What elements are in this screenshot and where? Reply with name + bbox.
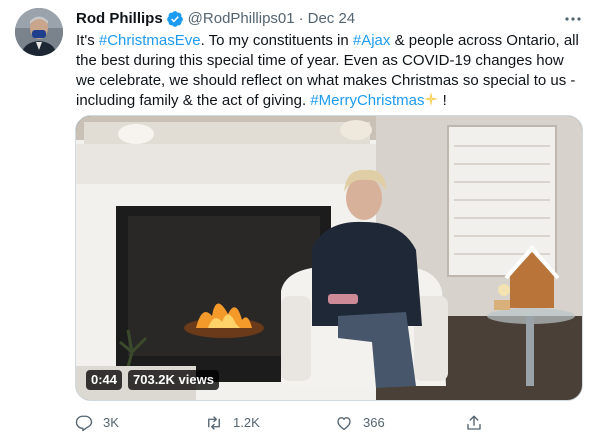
retweet-button[interactable]: 1.2K — [205, 414, 335, 432]
hashtag-link[interactable]: #ChristmasEve — [99, 32, 201, 49]
video-thumbnail — [76, 116, 582, 400]
retweet-icon — [208, 416, 220, 430]
like-button[interactable]: 366 — [335, 414, 465, 432]
tweet-text-segment: . To my constituents in — [200, 32, 353, 49]
verified-badge-icon — [166, 11, 183, 27]
video-views-badge: 703.2K views — [128, 370, 219, 390]
video-player[interactable]: 0:44 703.2K views — [75, 115, 583, 401]
tweet-text: It's #ChristmasEve. To my constituents i… — [76, 31, 584, 111]
avatar[interactable] — [15, 8, 63, 56]
more-options-icon[interactable] — [564, 9, 582, 29]
video-duration-badge: 0:44 — [86, 370, 123, 390]
separator-dot: · — [298, 10, 304, 27]
tweet-text-suffix: ! — [438, 92, 447, 109]
tweet-header: Rod Phillips @RodPhillips01 · Dec 24 — [76, 9, 582, 29]
heart-icon — [337, 417, 351, 431]
author-handle[interactable]: @RodPhillips01 — [188, 9, 295, 29]
hashtag-link[interactable]: #MerryChristmas — [310, 92, 424, 109]
sparkle-icon — [424, 92, 439, 106]
tweet-date[interactable]: Dec 24 — [308, 9, 356, 29]
retweet-count: 1.2K — [233, 415, 260, 430]
tweet-actions: 3K 1.2K 366 — [75, 412, 495, 434]
display-name[interactable]: Rod Phillips — [76, 9, 163, 29]
hashtag-link[interactable]: #Ajax — [353, 32, 391, 49]
tweet-text-segment: It's — [76, 32, 99, 49]
share-button[interactable] — [465, 414, 493, 432]
reply-icon — [75, 415, 93, 432]
reply-button[interactable]: 3K — [75, 414, 205, 432]
share-icon — [467, 415, 481, 430]
like-count: 366 — [363, 415, 385, 430]
reply-count: 3K — [103, 415, 119, 430]
